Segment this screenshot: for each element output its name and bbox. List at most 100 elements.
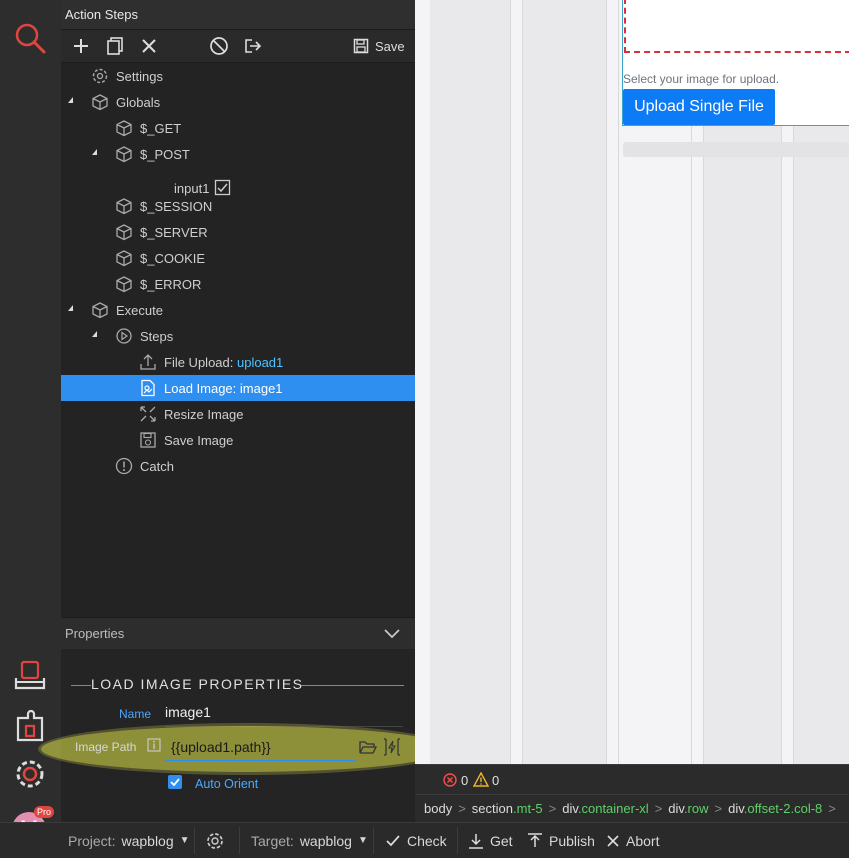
crumb-class: .container-xl bbox=[577, 801, 649, 816]
tree-label: Globals bbox=[116, 94, 161, 110]
auto-orient-checkbox[interactable] bbox=[168, 775, 182, 789]
divider bbox=[457, 827, 458, 854]
check-label: Check bbox=[407, 832, 447, 849]
dynamic-data-icon[interactable] bbox=[383, 738, 401, 756]
crumb-separator: > bbox=[548, 801, 557, 816]
publish-button[interactable]: Publish bbox=[527, 823, 595, 858]
cube-icon bbox=[116, 120, 132, 137]
properties-panel: LOAD IMAGE PROPERTIES Name image1 Image … bbox=[41, 649, 449, 822]
abort-label: Abort bbox=[626, 832, 660, 849]
image-path-value: {{upload1.path}} bbox=[171, 739, 271, 755]
tree-item-server[interactable]: $_SERVER bbox=[61, 219, 415, 245]
divider bbox=[71, 685, 91, 686]
tree-item-error[interactable]: $_ERROR bbox=[61, 271, 415, 297]
crumb-row[interactable]: div.row bbox=[668, 801, 708, 816]
expand-triangle-icon[interactable] bbox=[92, 331, 97, 337]
upload-button-label: Upload Single File bbox=[634, 98, 764, 115]
tree-label: Steps bbox=[140, 328, 174, 344]
get-button[interactable]: Get bbox=[468, 823, 513, 858]
disable-icon[interactable] bbox=[209, 36, 229, 56]
section-title: LOAD IMAGE PROPERTIES bbox=[91, 676, 304, 692]
cube-icon bbox=[116, 146, 132, 163]
tree-item-post[interactable]: $_POST bbox=[61, 141, 415, 167]
upload-icon bbox=[528, 832, 542, 847]
add-icon[interactable] bbox=[71, 36, 91, 56]
extensions-icon[interactable] bbox=[12, 708, 48, 744]
crumb-tag: div bbox=[562, 801, 578, 816]
publish-label: Publish bbox=[549, 832, 595, 849]
divider bbox=[194, 827, 195, 854]
tree-item-resize-image[interactable]: Resize Image bbox=[61, 401, 415, 427]
chevron-down-icon[interactable] bbox=[383, 627, 401, 641]
tree-item-load-image[interactable]: Load Image: image1 bbox=[61, 375, 415, 401]
tree-item-steps[interactable]: Steps bbox=[61, 323, 415, 349]
divider bbox=[239, 827, 240, 854]
grid-column bbox=[522, 0, 606, 764]
folder-open-icon[interactable] bbox=[359, 740, 377, 754]
upload-single-file-button[interactable]: Upload Single File bbox=[623, 89, 775, 125]
crumb-separator: > bbox=[654, 801, 663, 816]
tree-item-execute[interactable]: Execute bbox=[61, 297, 415, 323]
check-button[interactable]: Check bbox=[385, 823, 447, 858]
abort-button[interactable]: Abort bbox=[606, 823, 659, 858]
properties-header[interactable]: Properties bbox=[61, 617, 415, 650]
gear-icon[interactable] bbox=[12, 756, 48, 792]
project-label: Project: bbox=[68, 832, 116, 849]
crumb-section[interactable]: section.mt-5 bbox=[472, 801, 543, 816]
get-label: Get bbox=[490, 832, 513, 849]
tree-item-file-upload[interactable]: File Upload: upload1 bbox=[61, 349, 415, 375]
check-icon bbox=[386, 834, 400, 846]
tree-label: $_SESSION bbox=[140, 198, 213, 214]
info-icon[interactable] bbox=[147, 738, 161, 752]
tree-label: Execute bbox=[116, 302, 163, 318]
tree-label: $_ERROR bbox=[140, 276, 202, 292]
project-value: wapblog bbox=[121, 832, 174, 849]
resize-icon bbox=[140, 406, 156, 422]
crumb-tag: div bbox=[728, 801, 744, 816]
copy-icon[interactable] bbox=[105, 36, 125, 56]
tree-item-cookie[interactable]: $_COOKIE bbox=[61, 245, 415, 271]
download-icon bbox=[469, 833, 483, 849]
image-path-field[interactable]: {{upload1.path}} bbox=[165, 737, 355, 761]
design-canvas: Select your image for upload. Upload Sin… bbox=[415, 0, 849, 764]
tree-item-globals[interactable]: Globals bbox=[61, 89, 415, 115]
error-icon[interactable] bbox=[443, 773, 457, 787]
server-connect-icon[interactable] bbox=[12, 658, 48, 694]
dropzone[interactable] bbox=[624, 0, 849, 53]
cube-icon bbox=[116, 276, 132, 293]
crumb-col[interactable]: div.offset-2.col-8 bbox=[728, 801, 822, 816]
target-selector[interactable]: Target: wapblog ▼ bbox=[251, 823, 368, 858]
project-settings-button[interactable] bbox=[205, 823, 225, 858]
save-button[interactable]: Save bbox=[353, 36, 405, 56]
tree-item-session[interactable]: $_SESSION bbox=[61, 193, 415, 219]
grid-line bbox=[618, 0, 619, 764]
grid-line bbox=[522, 0, 523, 764]
crumb-body[interactable]: body bbox=[424, 801, 452, 816]
tree-item-get[interactable]: $_GET bbox=[61, 115, 415, 141]
tree-label: $_COOKIE bbox=[140, 250, 206, 266]
crumb-tag: div bbox=[668, 801, 684, 816]
expand-triangle-icon[interactable] bbox=[92, 149, 97, 155]
caret-down-icon: ▼ bbox=[357, 835, 368, 846]
error-count: 0 bbox=[461, 773, 469, 788]
expand-triangle-icon[interactable] bbox=[68, 97, 73, 103]
tree-item-settings[interactable]: Settings bbox=[61, 63, 415, 89]
search-icon[interactable] bbox=[12, 20, 48, 56]
export-icon[interactable] bbox=[243, 36, 263, 56]
play-circle-icon bbox=[116, 328, 132, 344]
expand-triangle-icon[interactable] bbox=[68, 305, 73, 311]
tree-item-catch[interactable]: Catch bbox=[61, 453, 415, 479]
crumb-separator: > bbox=[458, 801, 466, 816]
name-field[interactable]: image1 bbox=[165, 704, 403, 727]
tree-label: Resize Image bbox=[164, 406, 244, 422]
tree-item-save-image[interactable]: Save Image bbox=[61, 427, 415, 453]
gear-icon bbox=[92, 68, 108, 84]
tree-label: File Upload: bbox=[164, 354, 237, 370]
project-selector[interactable]: Project: wapblog ▼ bbox=[68, 823, 190, 858]
crumb-container[interactable]: div.container-xl bbox=[562, 801, 648, 816]
delete-icon[interactable] bbox=[139, 36, 159, 56]
crumb-tag: section bbox=[471, 801, 513, 816]
cube-icon bbox=[116, 250, 132, 267]
target-label: Target: bbox=[251, 832, 294, 849]
warning-icon[interactable] bbox=[473, 772, 489, 787]
